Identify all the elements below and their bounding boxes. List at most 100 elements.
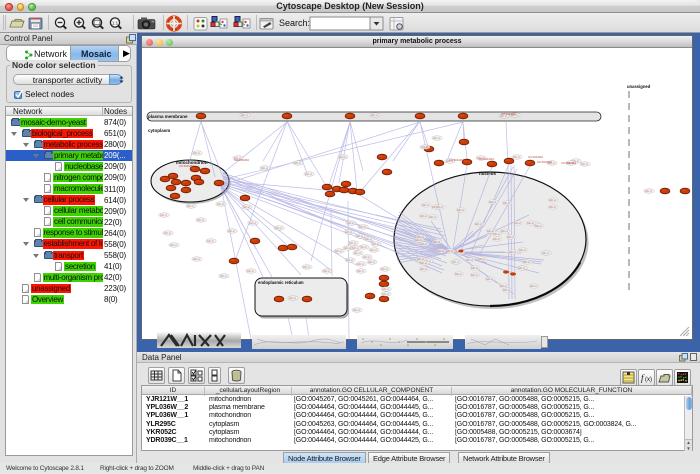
svg-text:GO:-d: GO:-d [305,173,312,176]
svg-text:GO:-d: GO:-d [509,251,516,254]
svg-text:GO:-d: GO:-d [420,215,427,218]
svg-text:GO:-d: GO:-d [187,205,194,208]
svg-text:GO:-d: GO:-d [382,288,389,291]
svg-text:GO:-d: GO:-d [542,252,549,255]
svg-text:GO:-d: GO:-d [241,114,248,117]
svg-text:GO:-d: GO:-d [518,267,525,270]
svg-text:GO:-d: GO:-d [249,222,256,225]
svg-text:GO:0044464: GO:0044464 [479,157,494,161]
svg-text:GO:-d: GO:-d [527,222,534,225]
svg-text:GO:-d: GO:-d [581,163,588,166]
svg-text:GO:-d: GO:-d [335,250,342,253]
svg-text:nucleus: nucleus [479,171,497,176]
svg-text:GO:0044464: GO:0044464 [528,155,543,159]
svg-text:GO:-d: GO:-d [478,258,485,261]
svg-text:GO:-d: GO:-d [446,250,453,253]
svg-text:GO:-d: GO:-d [207,240,214,243]
svg-text:GO:-d: GO:-d [303,266,310,269]
svg-text:GO:-d: GO:-d [433,241,440,244]
svg-text:GO:-d: GO:-d [352,247,359,250]
svg-text:GO:0044464: GO:0044464 [449,158,464,162]
svg-text:cytoplasm: cytoplasm [148,128,170,133]
svg-text:GO:-d: GO:-d [493,233,500,236]
svg-text:GO:-d: GO:-d [486,278,493,281]
svg-text:GO:-d: GO:-d [471,267,478,270]
svg-text:GO:-d: GO:-d [344,247,351,250]
svg-text:GO:-d: GO:-d [323,270,330,273]
svg-text:GO:-d: GO:-d [475,223,482,226]
svg-text:GO:-d: GO:-d [645,190,652,193]
svg-text:GO:-d: GO:-d [436,206,443,209]
svg-text:GO:-d: GO:-d [372,243,379,246]
svg-text:GO:-d: GO:-d [535,225,542,228]
svg-text:GO:-d: GO:-d [417,258,424,261]
svg-text:GO:-d: GO:-d [294,162,301,165]
svg-text:GO:-d: GO:-d [247,270,254,273]
svg-text:GO:0044464: GO:0044464 [179,164,194,168]
svg-text:GO:-d: GO:-d [530,285,537,288]
svg-text:GO:-d: GO:-d [160,214,167,217]
svg-text:GO:-d: GO:-d [433,137,440,140]
svg-text:GO:-d: GO:-d [164,232,171,235]
svg-text:GO:-d: GO:-d [421,146,428,149]
svg-text:Search:: Search: [279,18,310,28]
svg-text:GO:-d: GO:-d [381,268,388,271]
svg-text:GO:-d: GO:-d [339,156,346,159]
svg-text:GO:-d: GO:-d [217,203,224,206]
svg-text:GO:-d: GO:-d [513,156,520,159]
svg-text:GO:-d: GO:-d [346,259,353,262]
svg-text:GO:0044464: GO:0044464 [537,160,552,164]
svg-text:GO:-d: GO:-d [289,297,296,300]
svg-text:endoplasmic reticulum: endoplasmic reticulum [258,280,304,285]
svg-text:GO:-d: GO:-d [359,226,366,229]
svg-text:GO:-d: GO:-d [549,206,556,209]
svg-text:GO:0044464: GO:0044464 [561,161,576,165]
svg-text:GO:-d: GO:-d [357,270,364,273]
svg-text:GO:-d: GO:-d [170,244,177,247]
svg-text:GO:-d: GO:-d [523,261,530,264]
svg-text:(x): (x) [645,377,652,383]
svg-text:GO:0044464: GO:0044464 [234,158,249,162]
svg-text:GO:-d: GO:-d [420,243,427,246]
svg-text:GO:-d: GO:-d [357,263,364,266]
svg-text:GO:-d: GO:-d [452,261,459,264]
svg-text:GO:0044464: GO:0044464 [501,112,516,116]
svg-text:GO:-d: GO:-d [501,230,508,233]
svg-text:GO:-d: GO:-d [420,268,427,271]
svg-text:GO:-d: GO:-d [471,274,478,277]
svg-text:GO:-d: GO:-d [356,235,363,238]
svg-text:GO:-d: GO:-d [365,238,372,241]
svg-text:GO:-d: GO:-d [422,204,429,207]
svg-text:GO:-d: GO:-d [503,202,510,205]
svg-text:GO:-d: GO:-d [354,252,361,255]
svg-text:GO:-d: GO:-d [437,250,444,253]
svg-text:GO:-d: GO:-d [353,309,360,312]
svg-text:GO:-d: GO:-d [457,209,464,212]
svg-text:GO:-d: GO:-d [363,256,370,259]
svg-text:GO:-d: GO:-d [368,261,375,264]
svg-text:GO:-d: GO:-d [197,219,204,222]
svg-text:GO:-d: GO:-d [345,231,352,234]
svg-text:GO:-d: GO:-d [243,206,250,209]
svg-text:GO:-d: GO:-d [493,238,500,241]
svg-text:plasma membrane: plasma membrane [148,114,188,119]
svg-text:GO:-d: GO:-d [371,114,378,117]
svg-text:GO:-d: GO:-d [193,152,200,155]
svg-text:GO:-d: GO:-d [370,249,377,252]
svg-text:GO:-d: GO:-d [193,258,200,261]
svg-text:GO:-d: GO:-d [429,216,436,219]
svg-text:1:1: 1:1 [112,21,119,26]
svg-text:GO:-d: GO:-d [503,289,510,292]
svg-text:GO:-d: GO:-d [500,285,507,288]
svg-text:GO:-d: GO:-d [347,222,354,225]
svg-text:GO:-d: GO:-d [514,222,521,225]
svg-text:GO:-d: GO:-d [489,201,496,204]
svg-text:GO:-d: GO:-d [349,242,356,245]
svg-text:GO:-d: GO:-d [549,199,556,202]
svg-text:GO:-d: GO:-d [420,262,427,265]
svg-text:GO:-d: GO:-d [519,249,526,252]
svg-text:GO:-d: GO:-d [228,230,235,233]
svg-text:GO:-d: GO:-d [220,275,227,278]
svg-text:GO:-d: GO:-d [382,293,389,296]
svg-text:GO:-d: GO:-d [466,259,473,262]
